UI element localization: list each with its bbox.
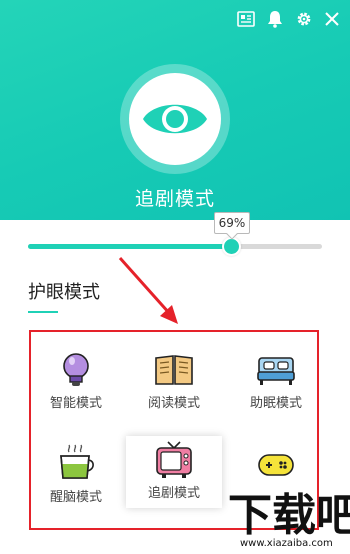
- svg-text:www.xiazaiba.com: www.xiazaiba.com: [240, 538, 333, 549]
- svg-text:下载吧: 下载吧: [228, 490, 350, 541]
- bulb-icon: [56, 350, 96, 390]
- mode-reading[interactable]: 阅读模式: [126, 346, 222, 418]
- tv-icon: [154, 440, 194, 480]
- tea-cup-icon: [56, 444, 96, 484]
- mode-sleep[interactable]: 助眠模式: [228, 346, 324, 418]
- mode-label: 助眠模式: [249, 396, 302, 411]
- site-watermark-logo: 下载吧 www.xiazaiba.com: [224, 486, 350, 550]
- mode-label: 智能模式: [49, 396, 102, 411]
- mode-label: 追剧模式: [147, 486, 200, 501]
- gamepad-icon: [256, 444, 296, 484]
- mode-smart[interactable]: 智能模式: [28, 346, 124, 418]
- mode-label: 阅读模式: [147, 396, 200, 411]
- mode-refresh[interactable]: 醒脑模式: [28, 440, 124, 512]
- bed-icon: [256, 350, 296, 390]
- book-icon: [154, 350, 194, 390]
- mode-label: 醒脑模式: [49, 490, 102, 505]
- mode-drama[interactable]: 追剧模式: [126, 436, 222, 508]
